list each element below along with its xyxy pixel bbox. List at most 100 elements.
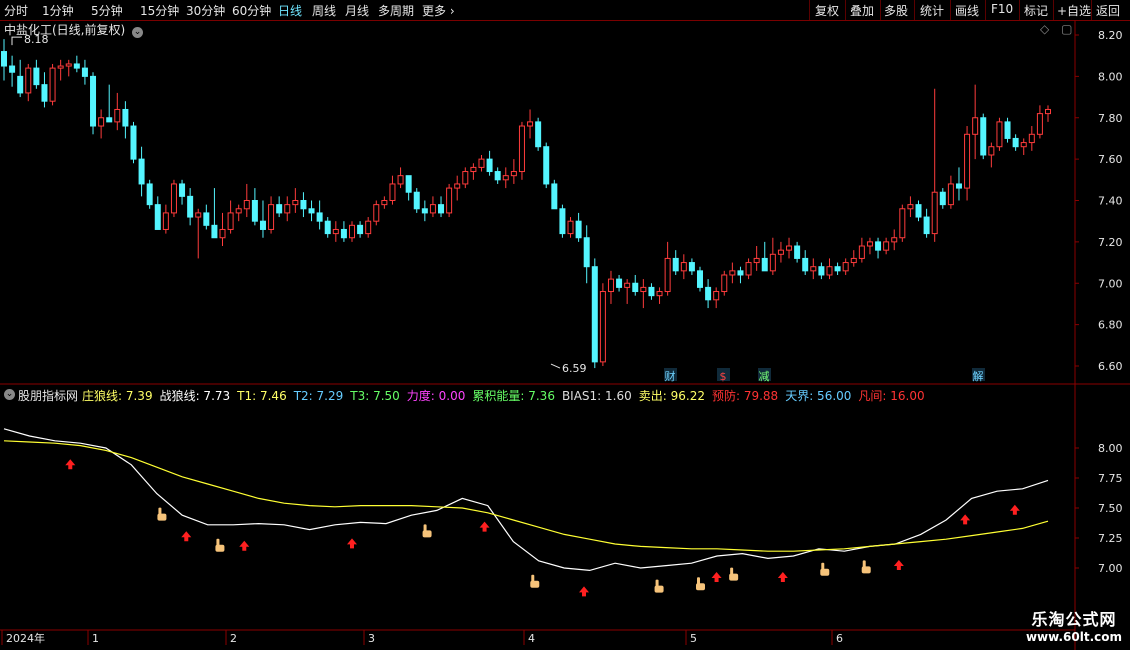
candle-body: [106, 117, 113, 123]
y-tick-label: 6.80: [1098, 319, 1123, 332]
candle-body: [49, 67, 56, 102]
buy-arrow-icon: [65, 459, 76, 470]
candle-body: [243, 200, 250, 210]
buy-arrow-icon: [239, 540, 250, 551]
candle-body: [1045, 108, 1051, 115]
candle-body: [114, 108, 121, 123]
candle-body: [616, 278, 623, 288]
candle-body: [510, 171, 517, 177]
chart-canvas: 8.20 8.00 7.80 7.60 7.40 7.20 7.00 6.80 6.60 8.18…: [0, 20, 1130, 650]
series-line-1: [3, 440, 1049, 552]
x-tick-label: 2024年: [6, 631, 45, 645]
event-marker: 减: [759, 370, 770, 383]
candle-body: [680, 262, 687, 272]
candle-body: [1028, 133, 1035, 144]
candle-body: [907, 204, 914, 210]
candle-body: [567, 220, 574, 235]
candle-body: [324, 220, 331, 235]
candle-body: [446, 187, 453, 214]
candle-body: [575, 220, 582, 239]
candle-body: [349, 224, 355, 239]
hand-pointer-icon: [654, 579, 664, 593]
candle-body: [672, 257, 679, 272]
candle-body: [17, 75, 24, 94]
event-marker: 解: [973, 369, 984, 383]
hand-pointer-icon: [729, 567, 739, 581]
candle-body: [308, 208, 315, 214]
buy-arrow-icon: [777, 572, 788, 582]
candle-body: [583, 237, 590, 268]
hand-pointer-icon: [820, 562, 830, 576]
candle-body: [826, 266, 833, 276]
candle-body: [276, 204, 283, 214]
candle-body: [737, 270, 744, 276]
x-tick-label: 5: [690, 632, 697, 645]
candle-body: [373, 204, 380, 222]
y-tick-label: 7.20: [1098, 236, 1123, 249]
candle-body: [875, 241, 882, 251]
candle-body: [842, 262, 849, 272]
candle-body: [122, 108, 129, 127]
candle-body: [429, 204, 436, 214]
candle-body: [858, 245, 865, 259]
candle-body: [1036, 113, 1043, 135]
high-annotation: 8.18: [24, 33, 49, 46]
candle-body: [705, 286, 712, 301]
candle-body: [421, 208, 428, 214]
candle-body: [551, 183, 558, 210]
series-line-0: [3, 428, 1049, 572]
candle-body: [931, 191, 938, 235]
candle-body: [761, 257, 768, 272]
x-tick-label: 6: [836, 632, 843, 645]
buy-arrow-icon: [181, 531, 192, 542]
x-tick-label: 2: [230, 632, 237, 645]
candle-body: [939, 191, 946, 206]
buy-arrow-icon: [579, 586, 589, 597]
y-tick-label: 6.60: [1098, 360, 1123, 373]
candle-body: [251, 200, 258, 222]
candle-body: [915, 204, 922, 218]
candle-body: [883, 241, 890, 251]
candle-body: [162, 212, 169, 230]
candle-body: [769, 253, 776, 272]
candle-body: [955, 183, 962, 189]
candle-body: [866, 241, 873, 247]
buy-arrow-icon: [347, 538, 357, 549]
ind-y-tick-label: 7.25: [1098, 532, 1123, 545]
candle-body: [170, 183, 177, 214]
candle-body: [688, 262, 695, 272]
candle-body: [777, 249, 784, 255]
y-tick-label: 8.00: [1098, 70, 1123, 83]
candle-body: [179, 183, 186, 197]
candle-body: [316, 212, 323, 222]
candle-body: [438, 204, 445, 214]
candle-body: [697, 270, 703, 288]
candle-body: [527, 121, 534, 127]
candle-body: [211, 224, 218, 239]
ind-y-tick-label: 8.00: [1098, 442, 1123, 455]
event-marker: 财: [665, 369, 676, 383]
y-tick-label: 8.20: [1098, 29, 1123, 42]
candle-body: [891, 237, 898, 243]
candle-body: [632, 282, 639, 293]
candle-body: [599, 291, 606, 363]
candle-body: [729, 270, 736, 276]
hand-pointer-icon: [530, 574, 540, 588]
ind-y-tick-label: 7.75: [1098, 472, 1123, 485]
candle-body: [964, 133, 971, 189]
hand-pointer-icon: [157, 507, 167, 521]
candle-body: [268, 204, 275, 230]
candle-body: [1012, 137, 1019, 148]
buy-arrow-icon: [711, 572, 722, 582]
y-tick-label: 7.60: [1098, 153, 1123, 166]
candle-body: [591, 266, 598, 363]
event-marker: $: [720, 370, 727, 383]
candle-body: [381, 200, 388, 206]
candle-body: [195, 212, 202, 218]
candle-body: [923, 216, 930, 235]
candle-body: [478, 158, 485, 168]
candle-body: [462, 171, 469, 185]
candle-body: [154, 204, 161, 230]
buy-arrow-icon: [479, 521, 490, 532]
ind-y-tick-label: 7.00: [1098, 562, 1123, 575]
